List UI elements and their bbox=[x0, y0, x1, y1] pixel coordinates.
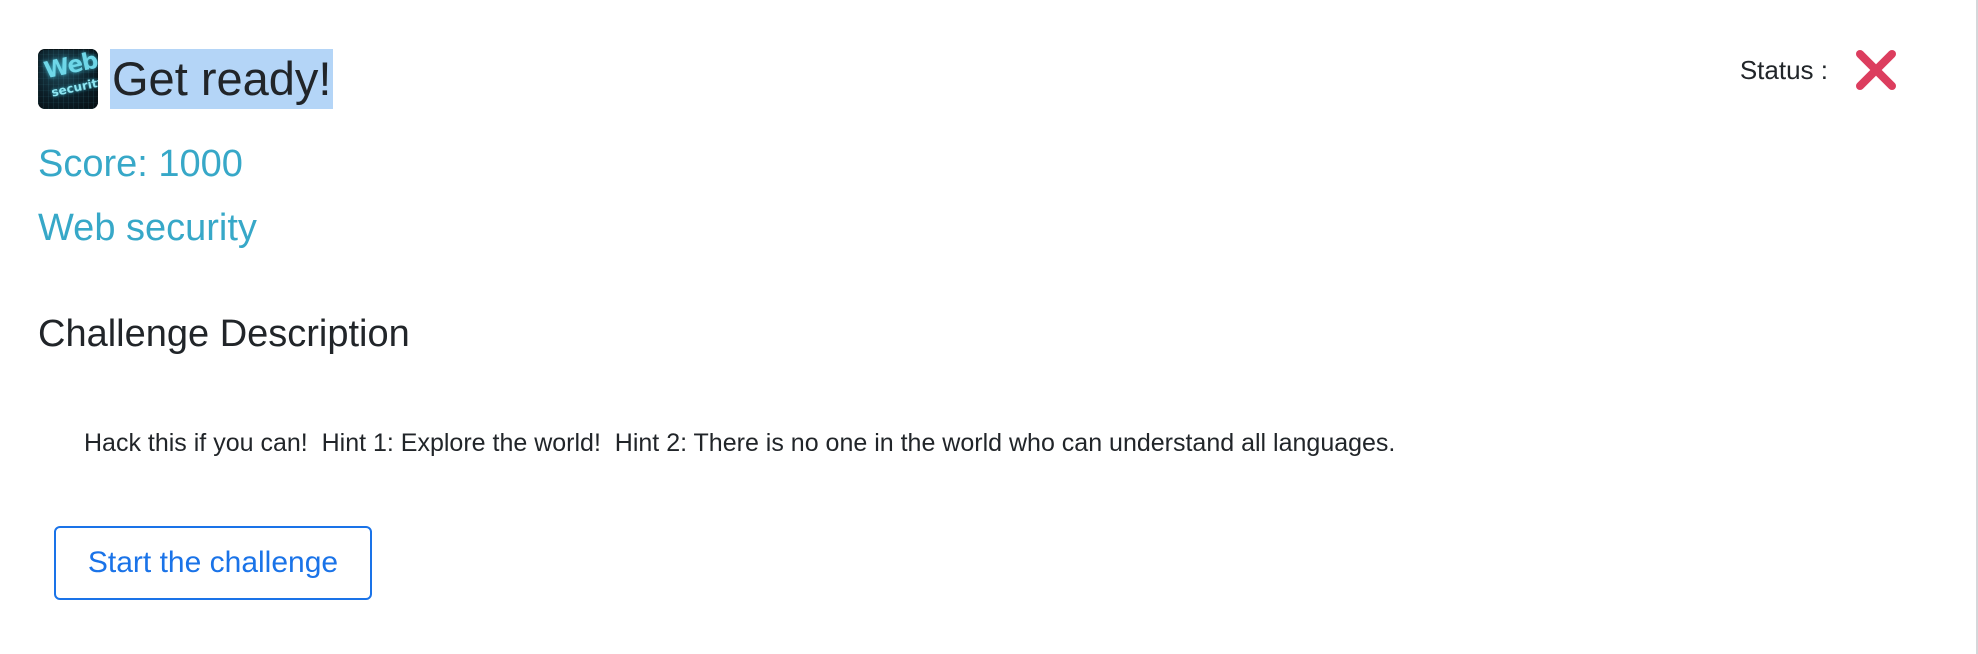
status-indicator: Status : bbox=[1740, 48, 1898, 92]
page-title: Get ready! bbox=[110, 49, 334, 109]
challenge-category: Web security bbox=[38, 207, 257, 249]
start-challenge-button[interactable]: Start the challenge bbox=[54, 526, 372, 600]
web-security-logo-icon: Web security bbox=[38, 49, 98, 109]
challenge-description: Hack this if you can! Hint 1: Explore th… bbox=[84, 429, 1396, 457]
challenge-score: Score: 1000 bbox=[38, 143, 243, 185]
challenge-header: Web security Get ready! bbox=[38, 44, 334, 114]
challenge-page: Web security Get ready! Status : Score: … bbox=[0, 0, 1972, 654]
status-label: Status : bbox=[1739, 54, 1828, 85]
cross-icon bbox=[1856, 50, 1896, 90]
description-heading: Challenge Description bbox=[38, 313, 410, 355]
